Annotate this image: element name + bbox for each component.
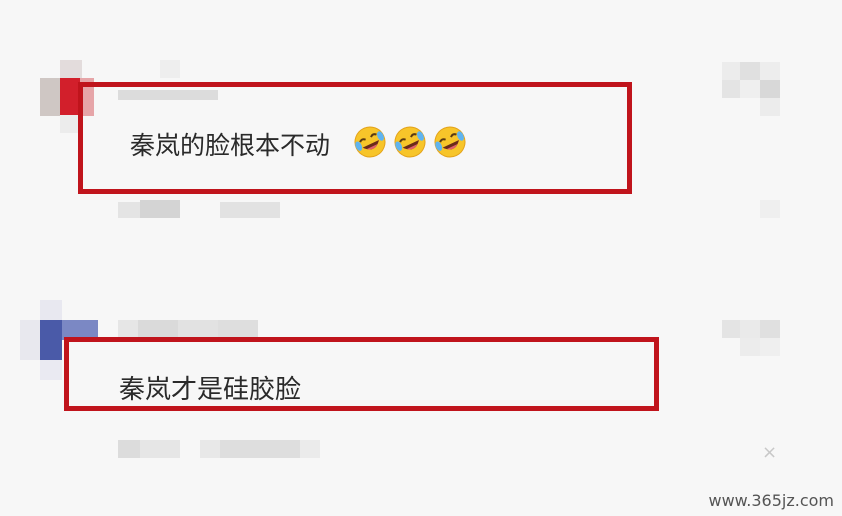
comment-text: 秦岚才是硅胶脸 bbox=[119, 375, 302, 405]
rolling-laughing-emoji bbox=[434, 126, 466, 158]
close-icon[interactable]: × bbox=[762, 442, 777, 463]
rolling-laughing-emoji bbox=[354, 126, 386, 158]
watermark: www.365jz.com bbox=[708, 491, 834, 510]
comment-text: 秦岚的脸根本不动 bbox=[130, 131, 331, 160]
reaction-emojis bbox=[353, 125, 467, 159]
rolling-laughing-emoji bbox=[394, 126, 426, 158]
